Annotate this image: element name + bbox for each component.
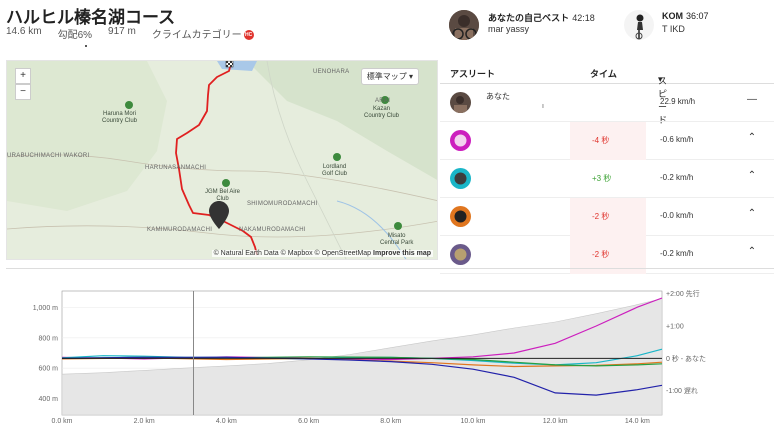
expand-chevron-icon[interactable]: ⌃	[746, 246, 758, 257]
pb-label: あなたの自己ベスト 42:18	[488, 11, 595, 24]
x-tick-label: 10.0 km	[461, 418, 486, 425]
athlete-avatar[interactable]	[450, 130, 471, 151]
category-label: クライムカテゴリー	[151, 30, 242, 41]
header-time[interactable]: タイム	[590, 67, 617, 80]
row-time-diff: +3 秒	[592, 174, 612, 183]
y-tick-label: 1,000 m	[33, 305, 58, 312]
improve-map-link[interactable]: Improve this map	[373, 250, 431, 257]
kom-avatar[interactable]	[624, 10, 654, 40]
athlete-sub: ı	[542, 103, 544, 110]
y-tick-label: 800 m	[39, 335, 59, 342]
gap-tick-label: +1:00	[666, 324, 684, 331]
athlete-name[interactable]: あなた	[486, 91, 510, 102]
gap-tick-label: +2:00 先行	[666, 289, 700, 298]
hc-badge-icon: HC	[243, 30, 254, 41]
place-lordland: Lordland Golf Club	[322, 164, 348, 177]
leaderboard-row[interactable]: あなた ı 22.9 km/h —	[440, 84, 774, 122]
segment-chart[interactable]: 0.0 km 2.0 km 4.0 km 6.0 km 8.0 km 10.0 km 12.…	[6, 268, 774, 436]
x-tick-label: 8.0 km	[380, 418, 401, 425]
pb-time: 42:18	[572, 13, 595, 23]
row-time-diff: -4 秒	[570, 122, 646, 160]
leaderboard: アスリート タイム スピード ▾ あなた ı 22.9 km/h — -4 秒 …	[440, 60, 774, 274]
route-map[interactable]: Haruna Mori Country Club Kazan Country Clu…	[6, 60, 438, 260]
row-speed: -0.2 km/h	[660, 173, 694, 182]
row-speed: -0.0 km/h	[660, 211, 694, 220]
row-speed: 22.9 km/h	[660, 97, 696, 106]
athlete-avatar[interactable]	[450, 244, 471, 265]
attribution-text: © Natural Earth Data © Mapbox © OpenStre…	[213, 250, 372, 257]
segment-grade: 勾配6%	[57, 30, 93, 41]
leaderboard-row[interactable]: -4 秒 -0.6 km/h ⌃	[440, 122, 774, 160]
map-terrain	[7, 61, 437, 259]
athlete-avatar[interactable]	[450, 206, 471, 227]
leaderboard-row[interactable]: -2 秒 -0.0 km/h ⌃	[440, 198, 774, 236]
place-uenohara: UENOHARA	[313, 69, 350, 75]
leaderboard-row[interactable]: +3 秒 -0.2 km/h ⌃	[440, 160, 774, 198]
place-arai: ARAI	[375, 98, 391, 104]
place-shimomuroda: SHIMOMURODAMACHI	[247, 201, 318, 207]
place-haruna-mori: Haruna Mori Country Club	[102, 111, 138, 124]
place-jgm: JGM Bel Aire Club	[205, 189, 241, 202]
expand-chevron-icon[interactable]: ⌃	[746, 170, 758, 181]
y-tick-label: 600 m	[39, 366, 59, 373]
row-action-icon[interactable]: —	[746, 94, 758, 105]
y-tick-label: 400 m	[39, 396, 59, 403]
place-urabuchi: URABUCHIMACHI WAKORI	[7, 153, 90, 159]
zoom-out-button[interactable]: −	[15, 84, 31, 100]
map-attribution: © Natural Earth Data © Mapbox © OpenStre…	[211, 250, 433, 257]
kom-time: 36:07	[686, 11, 709, 21]
kom-user[interactable]: T IKD	[662, 24, 685, 34]
place-kamimuroda: KAMIMURODAMACHI	[147, 227, 213, 233]
row-speed: -0.6 km/h	[660, 135, 694, 144]
place-nakamuroda: NAKAMURODAMACHI	[239, 227, 306, 233]
athlete-avatar[interactable]	[450, 92, 471, 113]
place-harunasanmachi: HARUNASANMACHI	[145, 165, 207, 171]
segment-distance: 14.6 km	[6, 26, 42, 37]
segment-title: ハルヒル榛名湖コース	[6, 8, 176, 27]
x-tick-label: 2.0 km	[134, 418, 155, 425]
kom-label: KOM 36:07	[662, 11, 709, 21]
header-athlete: アスリート	[450, 69, 496, 79]
map-type-select[interactable]: 標準マップ ▾	[360, 68, 419, 85]
x-tick-label: 6.0 km	[298, 418, 319, 425]
kom-title: KOM	[662, 11, 683, 21]
pb-user[interactable]: mar yassy	[488, 24, 529, 34]
map-type-label: 標準マップ	[366, 72, 407, 81]
pb-avatar[interactable]	[449, 10, 479, 40]
map-type-caret-icon: ▾	[408, 72, 413, 81]
segment-stats: 14.6 km 勾配6% 917 m クライムカテゴリー HC	[6, 26, 254, 41]
expand-chevron-icon[interactable]: ⌃	[746, 208, 758, 219]
x-tick-label: 14.0 km	[625, 418, 650, 425]
chart-svg: 0.0 km 2.0 km 4.0 km 6.0 km 8.0 km 10.0 km 12.…	[33, 289, 706, 425]
pb-title: あなたの自己ベスト	[488, 13, 570, 23]
leaderboard-header: アスリート タイム スピード ▾	[440, 60, 774, 125]
place-misato: Misato Central Park	[380, 233, 414, 246]
athlete-avatar[interactable]	[450, 168, 471, 189]
zoom-in-button[interactable]: +	[15, 68, 31, 84]
x-tick-label: 4.0 km	[216, 418, 237, 425]
expand-chevron-icon[interactable]: ⌃	[746, 132, 758, 143]
row-speed: -0.2 km/h	[660, 249, 694, 258]
segment-category: クライムカテゴリー HC	[152, 26, 254, 41]
gap-tick-label: 0 秒 - あなた	[666, 354, 706, 363]
segment-elevation: 917 m	[108, 26, 136, 37]
place-kazan: Kazan Country Club	[364, 106, 400, 119]
row-time-diff: -2 秒	[570, 198, 646, 236]
x-tick-label: 12.0 km	[543, 418, 568, 425]
gap-tick-label: -1:00 遅れ	[666, 387, 698, 395]
x-tick-label: 0.0 km	[51, 418, 72, 425]
divider-dot	[85, 45, 87, 47]
position-marker-icon	[209, 201, 229, 229]
